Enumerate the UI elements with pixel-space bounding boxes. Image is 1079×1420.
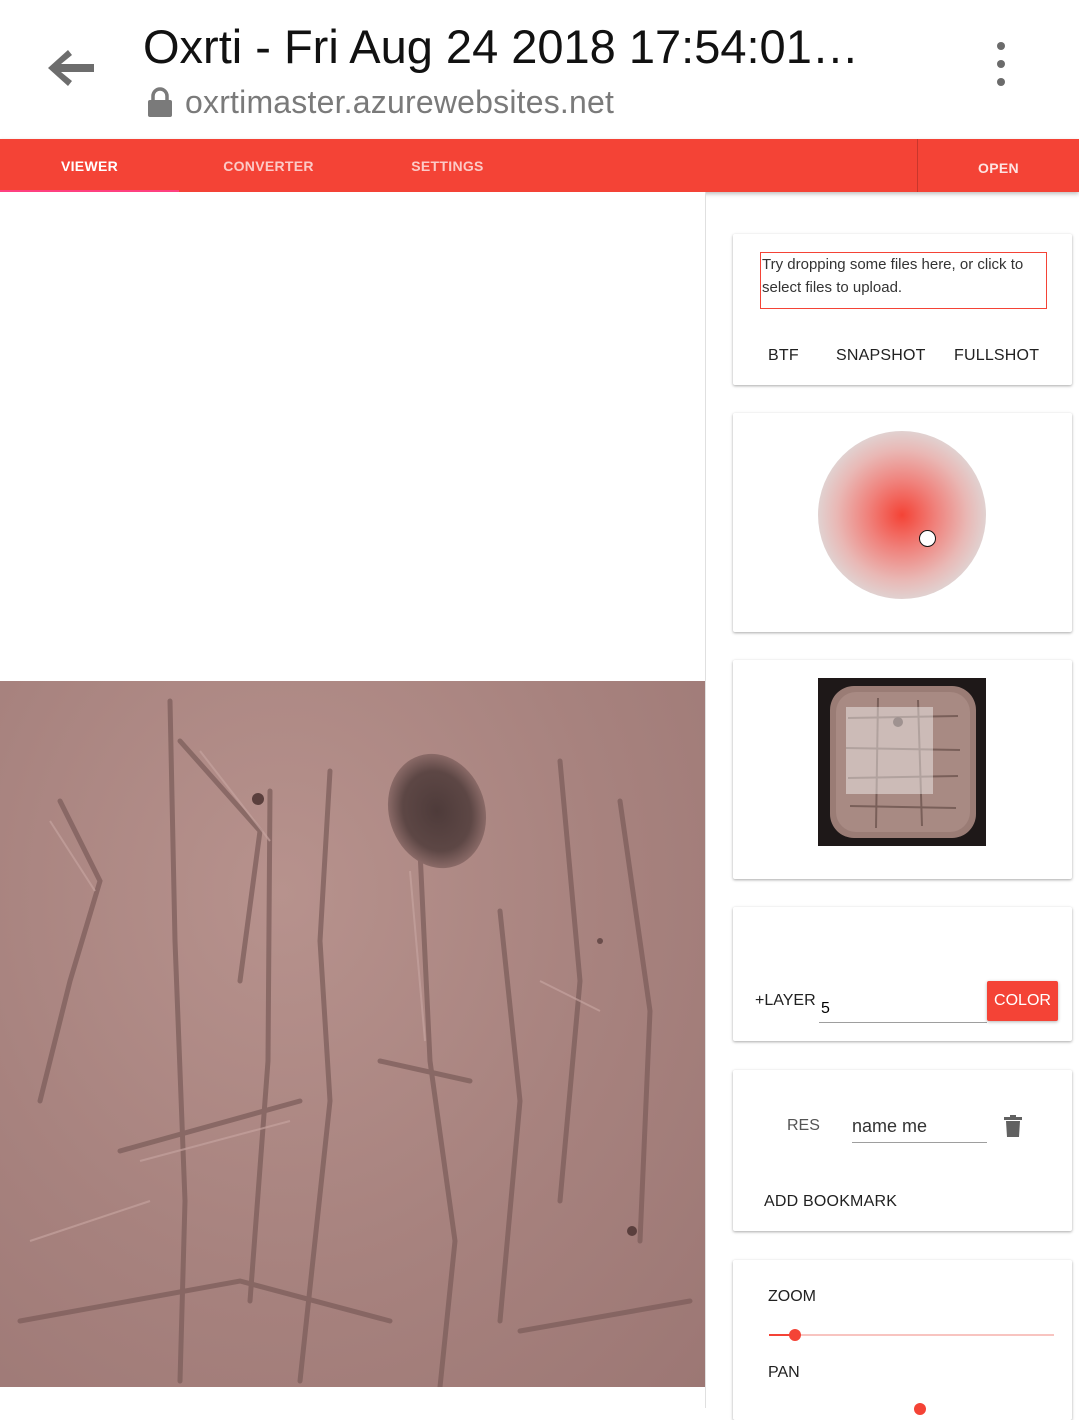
page-title: Oxrti - Fri Aug 24 2018 17:54:01… xyxy=(143,20,859,73)
more-vert-icon[interactable] xyxy=(986,42,1016,94)
navigator-card xyxy=(733,660,1072,879)
color-button[interactable]: COLOR xyxy=(987,981,1058,1021)
zoom-pan-card: ZOOM PAN xyxy=(733,1260,1072,1420)
upload-card: Try dropping some files here, or click t… xyxy=(733,234,1072,385)
tab-settings[interactable]: SETTINGS xyxy=(358,139,537,192)
viewport-indicator[interactable] xyxy=(846,707,933,794)
zoom-label: ZOOM xyxy=(768,1288,816,1305)
fullshot-button[interactable]: FULLSHOT xyxy=(954,347,1039,365)
url-bar[interactable]: oxrtimaster.azurewebsites.net xyxy=(147,82,614,122)
tablet-texture-image[interactable] xyxy=(0,681,705,1387)
back-arrow-icon[interactable] xyxy=(40,40,100,96)
open-button[interactable]: OPEN xyxy=(918,139,1079,192)
zoom-slider-track[interactable] xyxy=(769,1334,1054,1336)
res-label[interactable]: RES xyxy=(787,1117,820,1135)
layer-input[interactable] xyxy=(819,991,987,1023)
bookmark-card: RES ADD BOOKMARK xyxy=(733,1070,1072,1231)
file-dropzone[interactable]: Try dropping some files here, or click t… xyxy=(760,252,1047,309)
pan-slider-thumb[interactable] xyxy=(914,1403,926,1415)
tab-converter[interactable]: CONVERTER xyxy=(179,139,358,192)
app-tab-bar: VIEWER CONVERTER SETTINGS OPEN xyxy=(0,139,1079,192)
snapshot-button[interactable]: SNAPSHOT xyxy=(836,347,926,365)
light-direction-card xyxy=(733,413,1072,632)
navigator-thumbnail[interactable] xyxy=(818,678,986,846)
light-direction-picker[interactable] xyxy=(818,431,986,599)
light-direction-handle[interactable] xyxy=(919,530,936,547)
bookmark-name-input[interactable] xyxy=(852,1110,987,1143)
tab-viewer[interactable]: VIEWER xyxy=(0,139,179,192)
add-bookmark-button[interactable]: ADD BOOKMARK xyxy=(764,1193,897,1211)
viewer-canvas[interactable] xyxy=(0,192,706,1408)
zoom-slider-thumb[interactable] xyxy=(789,1329,801,1341)
layer-card: +LAYER COLOR xyxy=(733,907,1072,1041)
lock-icon xyxy=(147,87,173,117)
url-text: oxrtimaster.azurewebsites.net xyxy=(185,83,615,120)
pan-label: PAN xyxy=(768,1364,800,1381)
btf-button[interactable]: BTF xyxy=(768,347,799,365)
add-layer-button[interactable]: +LAYER xyxy=(755,992,816,1010)
browser-top-bar: Oxrti - Fri Aug 24 2018 17:54:01… oxrtim… xyxy=(0,0,1079,138)
trash-icon[interactable] xyxy=(1003,1115,1023,1137)
